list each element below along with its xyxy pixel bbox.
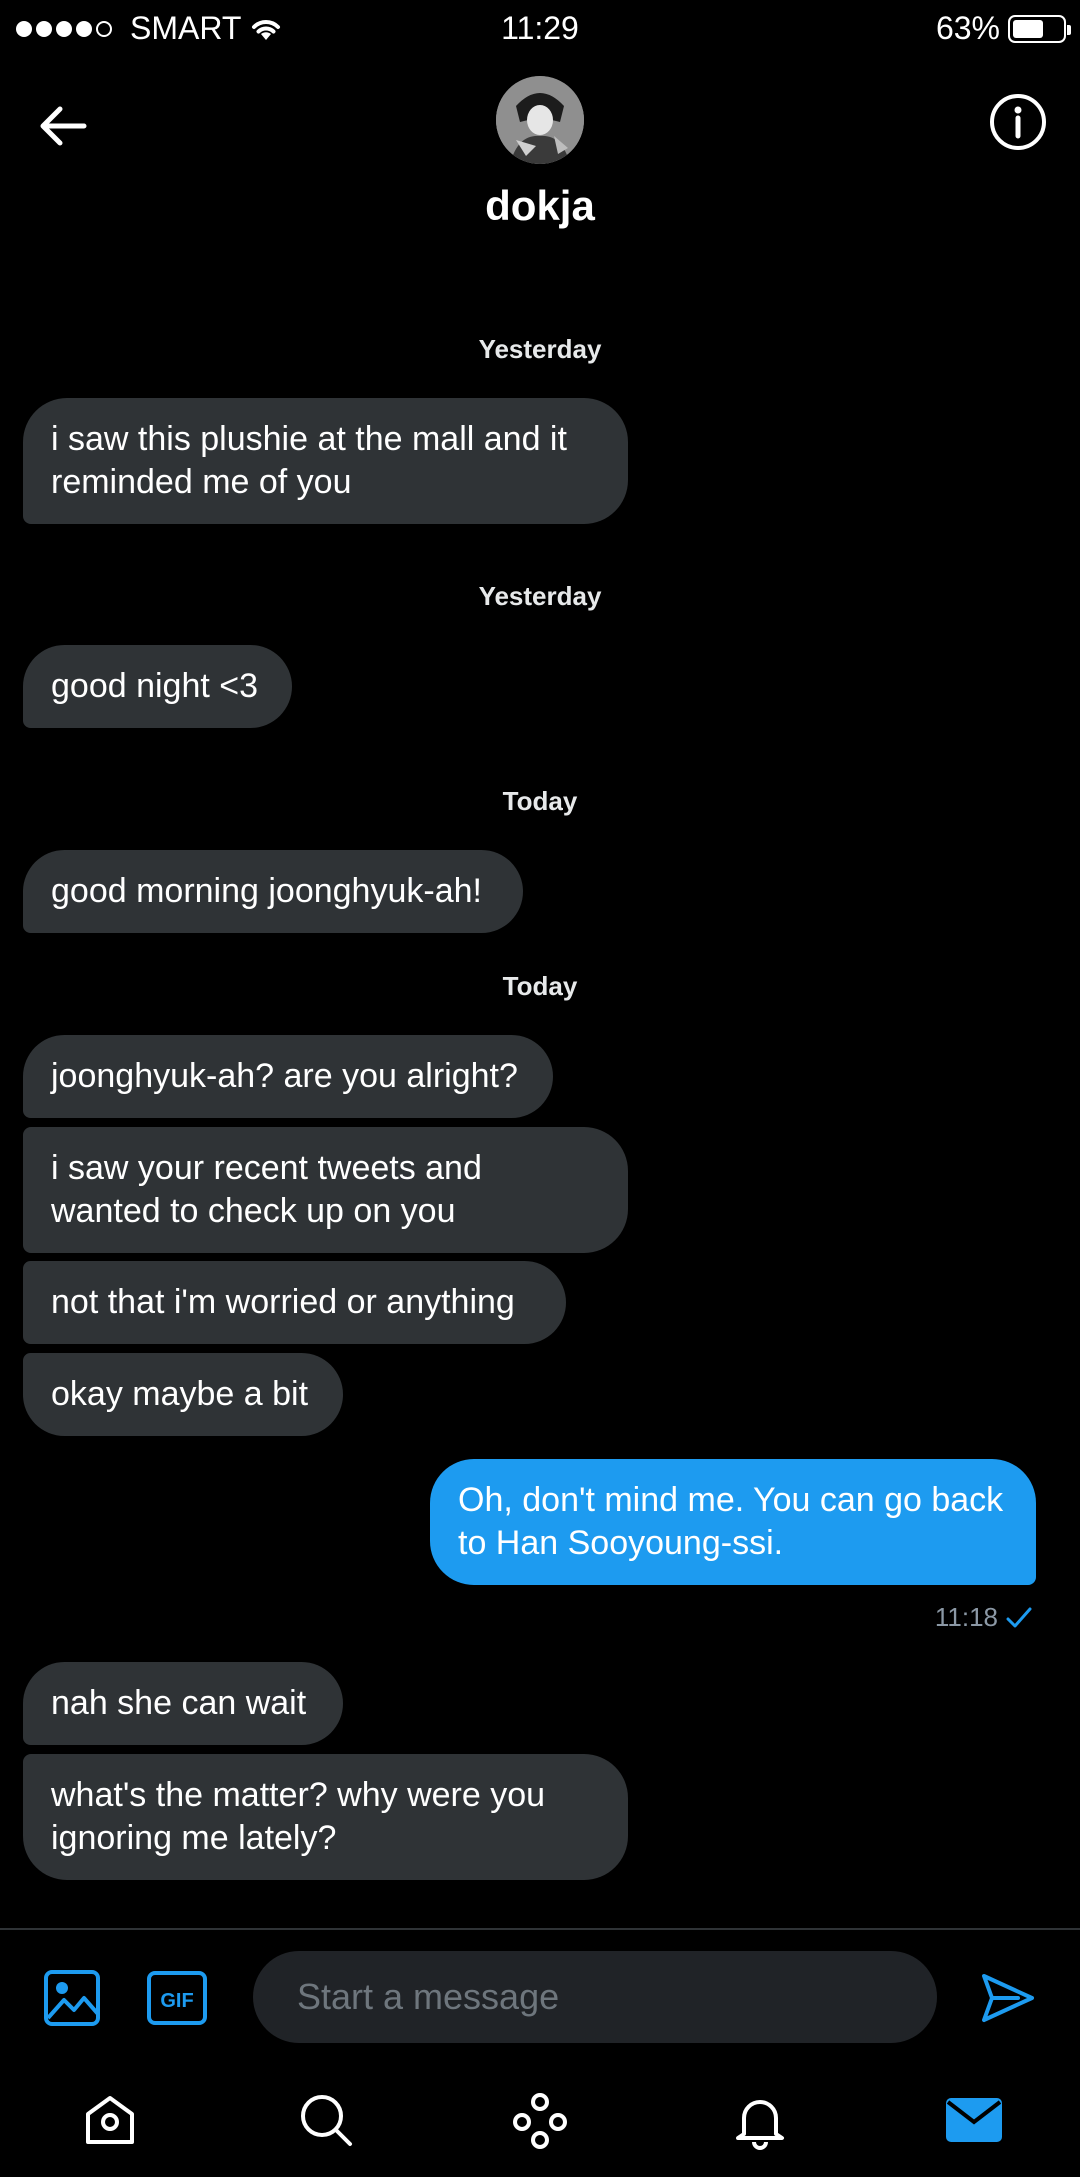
battery-icon bbox=[1008, 14, 1071, 43]
date-separator: Today bbox=[502, 786, 578, 816]
received-message[interactable]: i saw your recent tweets and wanted to c… bbox=[23, 1127, 628, 1253]
contact-name[interactable]: dokja bbox=[0, 182, 1080, 230]
spaces-icon bbox=[513, 2093, 567, 2149]
search-icon bbox=[301, 2095, 352, 2146]
received-message[interactable]: i saw this plushie at the mall and it re… bbox=[23, 398, 628, 524]
messages-icon bbox=[946, 2098, 1002, 2142]
arrow-left-icon bbox=[40, 106, 87, 146]
battery-percent: 63% bbox=[935, 10, 1000, 46]
received-message[interactable]: nah she can wait bbox=[23, 1662, 343, 1745]
nav-messages[interactable] bbox=[944, 2090, 1004, 2150]
received-message[interactable]: not that i'm worried or anything bbox=[23, 1261, 566, 1344]
battery: 63% bbox=[935, 10, 1071, 47]
nav-spaces[interactable] bbox=[510, 2090, 570, 2150]
sent-status: 11:18 bbox=[935, 1602, 1032, 1633]
info-button[interactable] bbox=[988, 92, 1048, 152]
date-separator: Yesterday bbox=[478, 581, 602, 611]
checkmark-icon bbox=[1006, 1607, 1032, 1627]
info-icon bbox=[990, 94, 1046, 150]
received-message[interactable]: good night <3 bbox=[23, 645, 292, 728]
gif-label: GIF bbox=[160, 1990, 193, 2012]
received-message[interactable]: what's the matter? why were you ignoring… bbox=[23, 1754, 628, 1880]
date-separator: Today bbox=[502, 971, 578, 1001]
received-message[interactable]: good morning joonghyuk-ah! bbox=[23, 850, 523, 933]
media-button[interactable] bbox=[42, 1968, 102, 2028]
image-icon bbox=[44, 1970, 100, 2026]
home-icon bbox=[86, 2096, 134, 2144]
gif-icon: GIF bbox=[147, 1971, 207, 2025]
sent-time: 11:18 bbox=[934, 1602, 998, 1632]
date-separator: Yesterday bbox=[478, 334, 602, 364]
avatar[interactable] bbox=[496, 76, 584, 164]
sent-message[interactable]: Oh, don't mind me. You can go back to Ha… bbox=[430, 1459, 1036, 1585]
nav-home[interactable] bbox=[80, 2090, 140, 2150]
clock: 11:29 bbox=[501, 10, 579, 46]
nav-notifications[interactable] bbox=[730, 2090, 790, 2150]
composer-divider bbox=[0, 1928, 1080, 1930]
nav-search[interactable] bbox=[296, 2090, 356, 2150]
message-input[interactable] bbox=[253, 1951, 937, 2043]
notifications-icon bbox=[736, 2100, 784, 2150]
back-button[interactable] bbox=[34, 96, 94, 156]
received-message[interactable]: joonghyuk-ah? are you alright? bbox=[23, 1035, 553, 1118]
send-icon bbox=[982, 1974, 1034, 2022]
gif-button[interactable]: GIF bbox=[146, 1970, 208, 2026]
send-button[interactable] bbox=[978, 1968, 1038, 2028]
conversation-header: dokja bbox=[0, 60, 1080, 250]
received-message[interactable]: okay maybe a bit bbox=[23, 1353, 343, 1436]
status-bar: SMART 11:29 63% bbox=[0, 0, 1080, 60]
